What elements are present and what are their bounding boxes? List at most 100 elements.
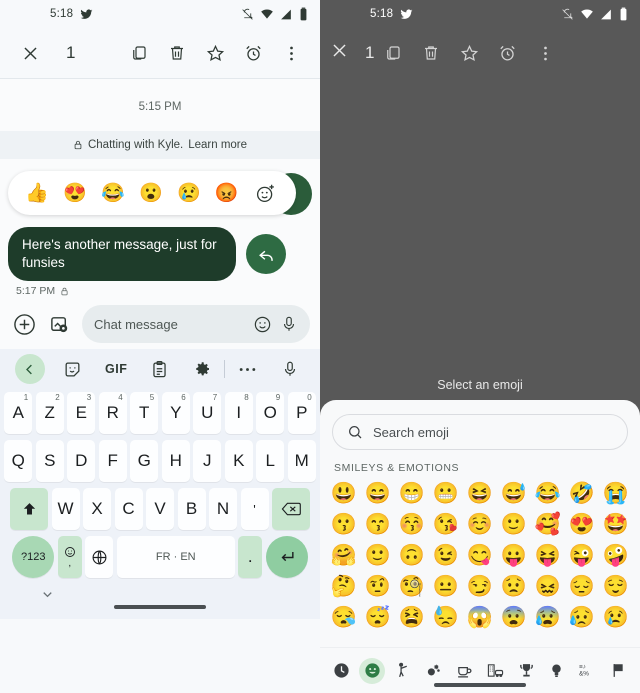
emoji-cell[interactable]: 😉 <box>430 540 462 571</box>
emoji-cell[interactable]: 😁 <box>396 478 428 509</box>
key-S[interactable]: S <box>35 440 64 482</box>
activities-icon[interactable] <box>513 658 539 684</box>
key-H[interactable]: H <box>161 440 190 482</box>
emoji-cell[interactable]: 😚 <box>396 509 428 540</box>
emoji-cell[interactable]: 😓 <box>430 602 462 633</box>
emoji-cell[interactable]: 🧐 <box>396 571 428 602</box>
close-icon[interactable] <box>330 41 349 65</box>
key-P[interactable]: 0P <box>287 392 316 434</box>
animals-nature-icon[interactable] <box>421 658 447 684</box>
key-T[interactable]: 5T <box>130 392 159 434</box>
overflow-menu-icon[interactable] <box>272 33 310 73</box>
gesture-nav-bar[interactable] <box>434 683 526 687</box>
emoji-cell[interactable]: 🙂 <box>498 509 530 540</box>
gif-button[interactable]: GIF <box>95 353 138 385</box>
key-B[interactable]: B <box>177 488 206 530</box>
hide-keyboard-button[interactable] <box>40 587 55 607</box>
close-icon[interactable] <box>10 44 50 63</box>
key-V[interactable]: V <box>146 488 174 530</box>
key-U[interactable]: 7U <box>193 392 222 434</box>
key-J[interactable]: J <box>193 440 222 482</box>
emoji-cell[interactable]: 😘 <box>430 509 462 540</box>
objects-icon[interactable] <box>544 658 570 684</box>
emoji-cell[interactable]: 😖 <box>532 571 564 602</box>
key-Q[interactable]: Q <box>4 440 33 482</box>
delete-icon[interactable] <box>158 33 196 73</box>
emoji-cell[interactable]: 😨 <box>498 602 530 633</box>
key-F[interactable]: F <box>98 440 127 482</box>
emoji-cell[interactable]: 😏 <box>464 571 496 602</box>
key-I[interactable]: 8I <box>224 392 253 434</box>
search-emoji-input[interactable]: Search emoji <box>332 414 628 450</box>
key-R[interactable]: 4R <box>98 392 127 434</box>
emoji-cell[interactable]: 😃 <box>328 478 360 509</box>
copy-icon[interactable] <box>120 33 158 73</box>
key-D[interactable]: D <box>67 440 96 482</box>
emoji-cell[interactable]: 😍 <box>566 509 598 540</box>
emoji-cell[interactable]: 😜 <box>566 540 598 571</box>
emoji-cell[interactable]: 😱 <box>464 602 496 633</box>
copy-icon[interactable] <box>374 33 412 73</box>
reaction-surprised[interactable]: 😮 <box>139 184 163 203</box>
emoji-cell[interactable]: 😥 <box>566 602 598 633</box>
enter-key[interactable] <box>265 536 308 578</box>
emoji-cell[interactable]: 😆 <box>464 478 496 509</box>
emoji-cell[interactable]: 😂 <box>532 478 564 509</box>
emoji-cell[interactable]: 🤩 <box>600 509 632 540</box>
chat-message-input[interactable]: Chat message <box>82 305 310 344</box>
reaction-cry[interactable]: 😢 <box>177 184 201 203</box>
emoji-cell[interactable]: 😝 <box>532 540 564 571</box>
keyboard-back-button[interactable] <box>8 353 51 385</box>
emoji-cell[interactable]: 😋 <box>464 540 496 571</box>
key-Y[interactable]: 6Y <box>161 392 190 434</box>
delete-icon[interactable] <box>412 33 450 73</box>
shift-key[interactable] <box>10 488 48 530</box>
travel-places-icon[interactable] <box>482 658 508 684</box>
emoji-cell[interactable]: 😛 <box>498 540 530 571</box>
clipboard-icon[interactable] <box>138 353 181 385</box>
symbols-key[interactable]: ?123 <box>12 536 55 578</box>
emoji-cell[interactable]: 😔 <box>566 571 598 602</box>
add-reaction-icon[interactable] <box>253 180 279 206</box>
star-icon[interactable] <box>196 33 234 73</box>
overflow-menu-icon[interactable] <box>526 33 564 73</box>
key-C[interactable]: C <box>114 488 143 530</box>
emoji-cell[interactable]: 😰 <box>532 602 564 633</box>
emoji-cell[interactable]: 😴 <box>362 602 394 633</box>
key-K[interactable]: K <box>224 440 253 482</box>
emoji-cell[interactable]: 😟 <box>498 571 530 602</box>
alarm-icon[interactable] <box>234 33 272 73</box>
key-G[interactable]: G <box>130 440 159 482</box>
key-X[interactable]: X <box>83 488 111 530</box>
emoji-cell[interactable]: 🤗 <box>328 540 360 571</box>
language-key[interactable] <box>85 536 114 578</box>
reaction-thumbsup[interactable]: 👍 <box>25 184 49 203</box>
microphone-icon[interactable] <box>269 353 312 385</box>
period-key[interactable]: . <box>238 536 263 578</box>
reaction-heart-eyes[interactable]: 😍 <box>63 184 87 203</box>
backspace-key[interactable] <box>272 488 310 530</box>
symbols-icon[interactable]: ≡♪ &% <box>575 658 601 684</box>
reply-button[interactable] <box>246 234 286 275</box>
emoji-cell[interactable]: 🙂 <box>362 540 394 571</box>
recent-icon[interactable] <box>328 658 354 684</box>
emoji-cell[interactable]: 🥰 <box>532 509 564 540</box>
encryption-notice[interactable]: Chatting with Kyle. Learn more <box>0 131 320 159</box>
settings-gear-icon[interactable] <box>181 353 224 385</box>
people-icon[interactable] <box>390 658 416 684</box>
space-key[interactable]: FR · EN <box>116 536 235 578</box>
more-icon[interactable] <box>225 353 268 385</box>
key-Z[interactable]: 2Z <box>35 392 64 434</box>
emoji-cell[interactable]: 😌 <box>600 571 632 602</box>
emoji-cell[interactable]: 😅 <box>498 478 530 509</box>
alarm-icon[interactable] <box>488 33 526 73</box>
emoji-cell[interactable]: 🤨 <box>362 571 394 602</box>
smileys-icon[interactable] <box>359 657 386 684</box>
emoji-comma-key[interactable]: , <box>57 536 82 578</box>
emoji-cell[interactable]: 🤣 <box>566 478 598 509</box>
key-E[interactable]: 3E <box>67 392 96 434</box>
emoji-cell[interactable]: 🤔 <box>328 571 360 602</box>
emoji-cell[interactable]: 😬 <box>430 478 462 509</box>
emoji-cell[interactable]: 😐 <box>430 571 462 602</box>
emoji-cell[interactable]: 😄 <box>362 478 394 509</box>
